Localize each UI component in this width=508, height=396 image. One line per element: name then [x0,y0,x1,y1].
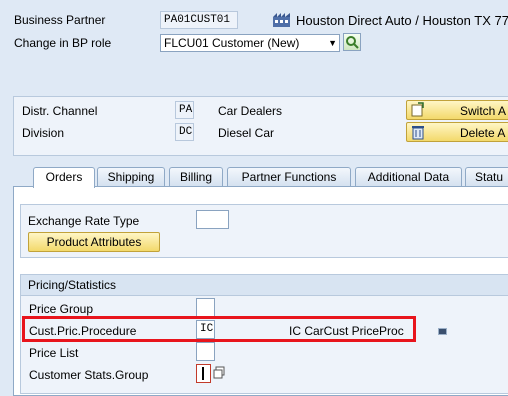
bp-description: Houston Direct Auto / Houston TX 77( [296,13,508,28]
cursor-caret [202,367,204,380]
chevron-down-icon[interactable]: ▼ [328,35,337,51]
distr-channel-code[interactable]: PA [175,101,194,119]
orders-general-panel: Exchange Rate Type Product Attributes [20,204,508,258]
delete-area-button[interactable]: Delete A [406,122,508,142]
tab-content-area: Exchange Rate Type Product Attributes Pr… [13,186,508,396]
tab-additional-data[interactable]: Additional Data [355,167,462,187]
pricing-group-title: Pricing/Statistics [28,278,117,292]
building-icon [273,12,290,27]
bp-number-field[interactable]: PA01CUST01 [160,11,238,29]
division-code[interactable]: DC [175,123,194,141]
role-search-icon[interactable] [343,33,361,51]
role-dropdown-value: FLCU01 Customer (New) [164,36,300,50]
pricing-group-header: Pricing/Statistics [21,275,508,296]
tab-partner-functions-label: Partner Functions [241,170,337,184]
tab-orders[interactable]: Orders [33,167,95,188]
exchange-rate-label: Exchange Rate Type [28,214,140,228]
tab-billing[interactable]: Billing [169,167,223,187]
division-text: Diesel Car [218,126,275,140]
switch-icon [410,102,426,119]
price-group-label: Price Group [29,302,94,316]
tab-status[interactable]: Statu [465,167,508,187]
tab-shipping-label: Shipping [107,170,155,184]
delete-area-label: Delete A [460,126,506,140]
sales-area-panel: Distr. Channel PA Car Dealers Division D… [13,96,508,156]
highlight-box [22,316,416,342]
header-area: Business Partner PA01CUST01 Houston Dire… [0,0,508,92]
switch-area-button[interactable]: Switch A [406,100,508,120]
price-list-label: Price List [29,346,79,360]
cust-stats-label: Customer Stats.Group [29,368,149,382]
detail-icon[interactable] [438,328,447,335]
bp-label: Business Partner [14,13,106,27]
tab-billing-label: Billing [179,170,212,184]
tab-status-label: Statu [475,170,504,184]
division-label: Division [22,126,65,140]
price-list-field[interactable] [196,342,215,361]
tab-orders-label: Orders [45,170,83,184]
distr-channel-label: Distr. Channel [22,104,98,118]
tab-shipping[interactable]: Shipping [97,167,165,187]
role-dropdown[interactable]: FLCU01 Customer (New) ▼ [160,34,340,52]
price-group-field[interactable] [196,298,215,317]
tab-additional-data-label: Additional Data [367,170,450,184]
role-label: Change in BP role [14,36,112,50]
value-help-icon[interactable] [213,366,225,379]
trash-icon [410,124,426,141]
distr-channel-text: Car Dealers [218,104,283,118]
switch-area-label: Switch A [460,104,507,118]
exchange-rate-field[interactable] [196,210,229,229]
tab-partner-functions[interactable]: Partner Functions [227,167,351,187]
product-attributes-button[interactable]: Product Attributes [28,232,160,252]
